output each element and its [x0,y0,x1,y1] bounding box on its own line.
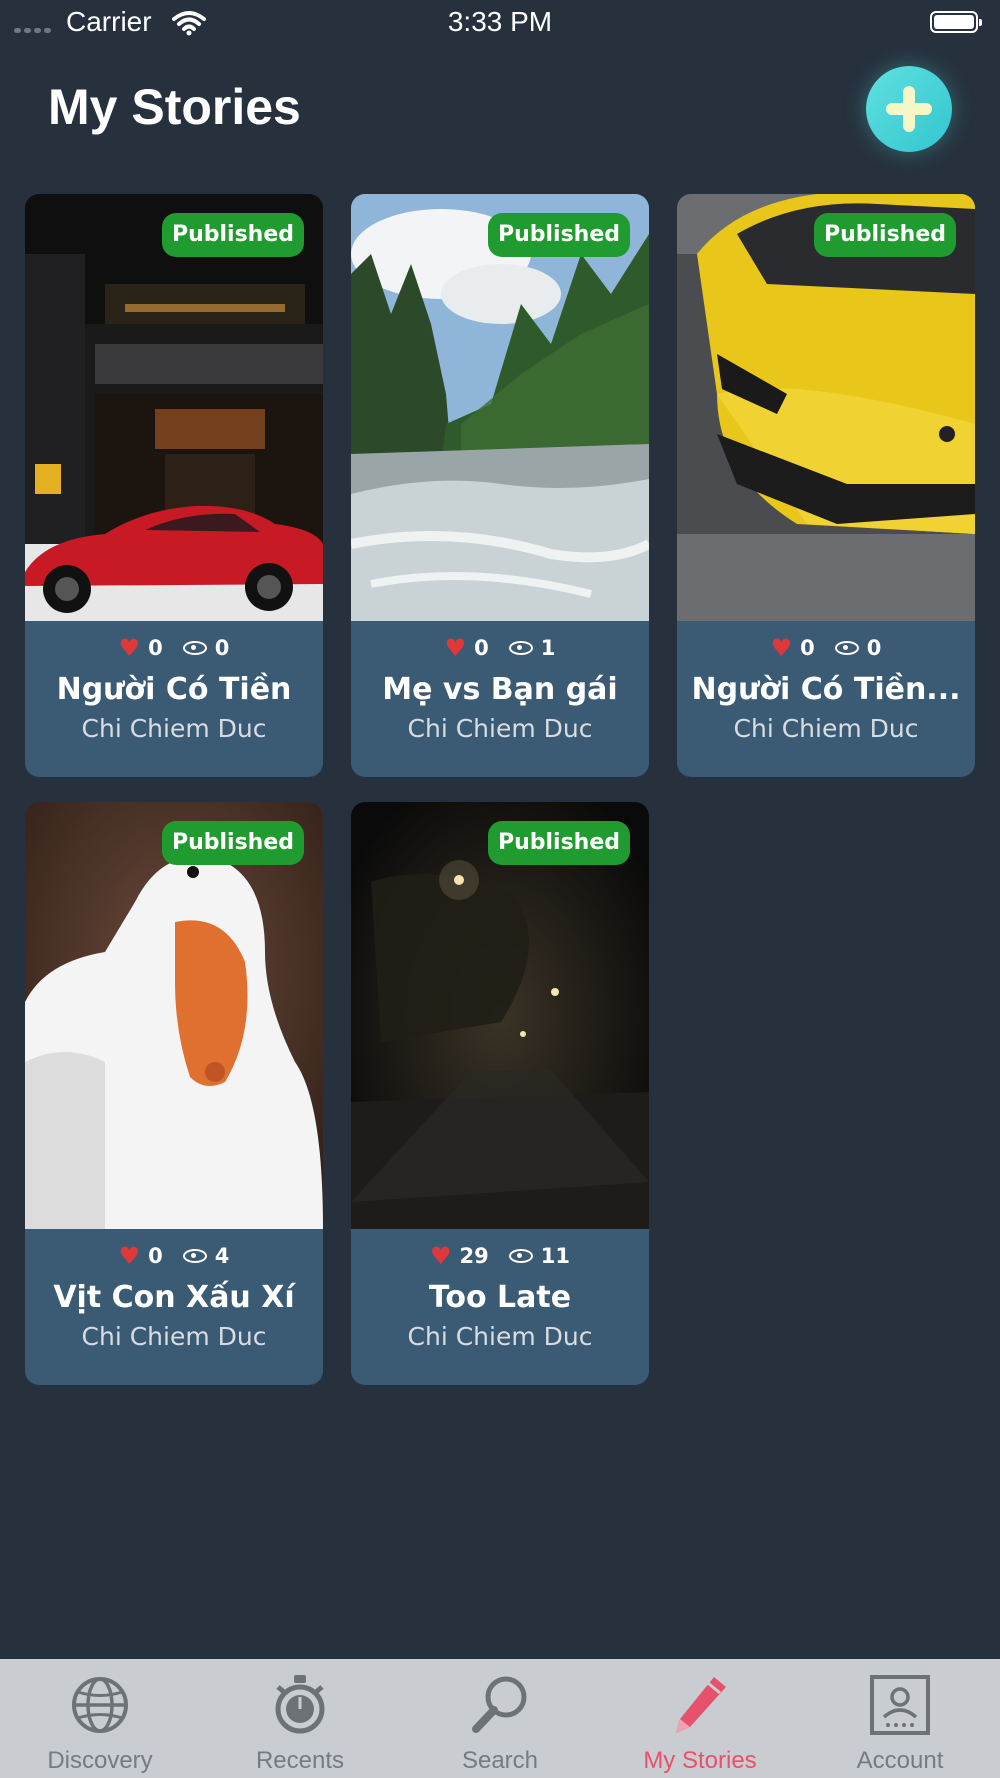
story-author: Chi Chiem Duc [81,1322,267,1351]
tab-label: Discovery [47,1747,153,1774]
story-card[interactable]: Published ♥ 29 11 Too Late Chi Chiem Duc [351,802,649,1385]
eye-icon [508,641,533,655]
eye-icon [182,641,207,655]
tab-label: Search [461,1747,539,1774]
tab-my-stories[interactable]: My Stories [600,1659,800,1778]
story-title: Vịt Con Xấu Xí [53,1280,295,1315]
eye-icon [834,641,859,655]
story-author: Chi Chiem Duc [81,714,267,743]
globe-icon [72,1677,128,1733]
tab-label: Recents [255,1747,345,1774]
eye-icon [182,1249,207,1263]
page-title: My Stories [48,79,301,135]
heart-icon: ♥ [430,1242,452,1270]
story-stats: ♥ 0 0 [25,632,323,664]
story-title: Mẹ vs Bạn gái [382,672,618,707]
like-count: 0 [148,1244,163,1268]
heart-icon: ♥ [118,1242,141,1270]
story-title: Người Có Tiền... [691,672,961,707]
tab-account[interactable]: Account [800,1659,1000,1778]
tab-recents[interactable]: Recents [200,1659,400,1778]
status-badge: Published [813,213,956,257]
view-count: 0 [866,636,882,660]
status-badge: Published [487,213,630,257]
view-count: 4 [214,1244,230,1268]
tab-search[interactable]: Search [400,1659,600,1778]
tab-label: Account [856,1747,944,1774]
story-author: Chi Chiem Duc [407,1322,593,1351]
story-card[interactable]: Published ♥ 0 0 Người Có Tiền Chi Chiem … [25,194,323,777]
pencil-icon [676,1677,726,1733]
story-cover-image [351,194,649,621]
story-cover-image [25,194,323,621]
magnifier-icon [472,1676,527,1733]
story-author: Chi Chiem Duc [407,714,593,743]
status-badge: Published [161,821,304,865]
tab-discovery[interactable]: Discovery [0,1659,200,1778]
status-badge: Published [487,821,630,865]
story-card[interactable]: Published ♥ 0 0 Người Có Tiền... Chi Chi… [677,194,975,777]
story-stats: ♥ 0 1 [351,632,649,664]
story-stats: ♥ 0 4 [25,1240,323,1272]
clock: 3:33 PM [447,6,553,37]
status-badge: Published [161,213,304,257]
story-cover-image [25,802,323,1229]
add-story-button[interactable] [866,66,952,152]
story-stats: ♥ 0 0 [677,632,975,664]
story-title: Too Late [428,1280,572,1315]
status-bar: Carrier 3:33 PM [0,0,1000,48]
story-author: Chi Chiem Duc [733,714,919,743]
heart-icon: ♥ [444,634,467,662]
like-count: 0 [474,636,489,660]
stopwatch-icon [275,1675,325,1734]
story-card[interactable]: Published ♥ 0 1 Mẹ vs Bạn gái Chi Chiem … [351,194,649,777]
story-card[interactable]: Published ♥ 0 4 Vịt Con Xấu Xí Chi Chiem… [25,802,323,1385]
like-count: 0 [800,636,815,660]
battery-icon [930,11,982,33]
like-count: 29 [459,1244,489,1268]
heart-icon: ♥ [770,634,793,662]
tab-label: My Stories [643,1747,757,1774]
tab-bar: Discovery Recents Search My Stories Acco… [0,1659,1000,1778]
story-cover-image [351,802,649,1229]
view-count: 11 [540,1244,570,1268]
story-title: Người Có Tiền [56,672,292,707]
eye-icon [508,1249,533,1263]
view-count: 1 [540,636,556,660]
story-cover-image [677,194,975,621]
account-icon [870,1675,930,1735]
heart-icon: ♥ [118,634,141,662]
view-count: 0 [214,636,230,660]
story-stats: ♥ 29 11 [351,1240,649,1272]
like-count: 0 [148,636,163,660]
